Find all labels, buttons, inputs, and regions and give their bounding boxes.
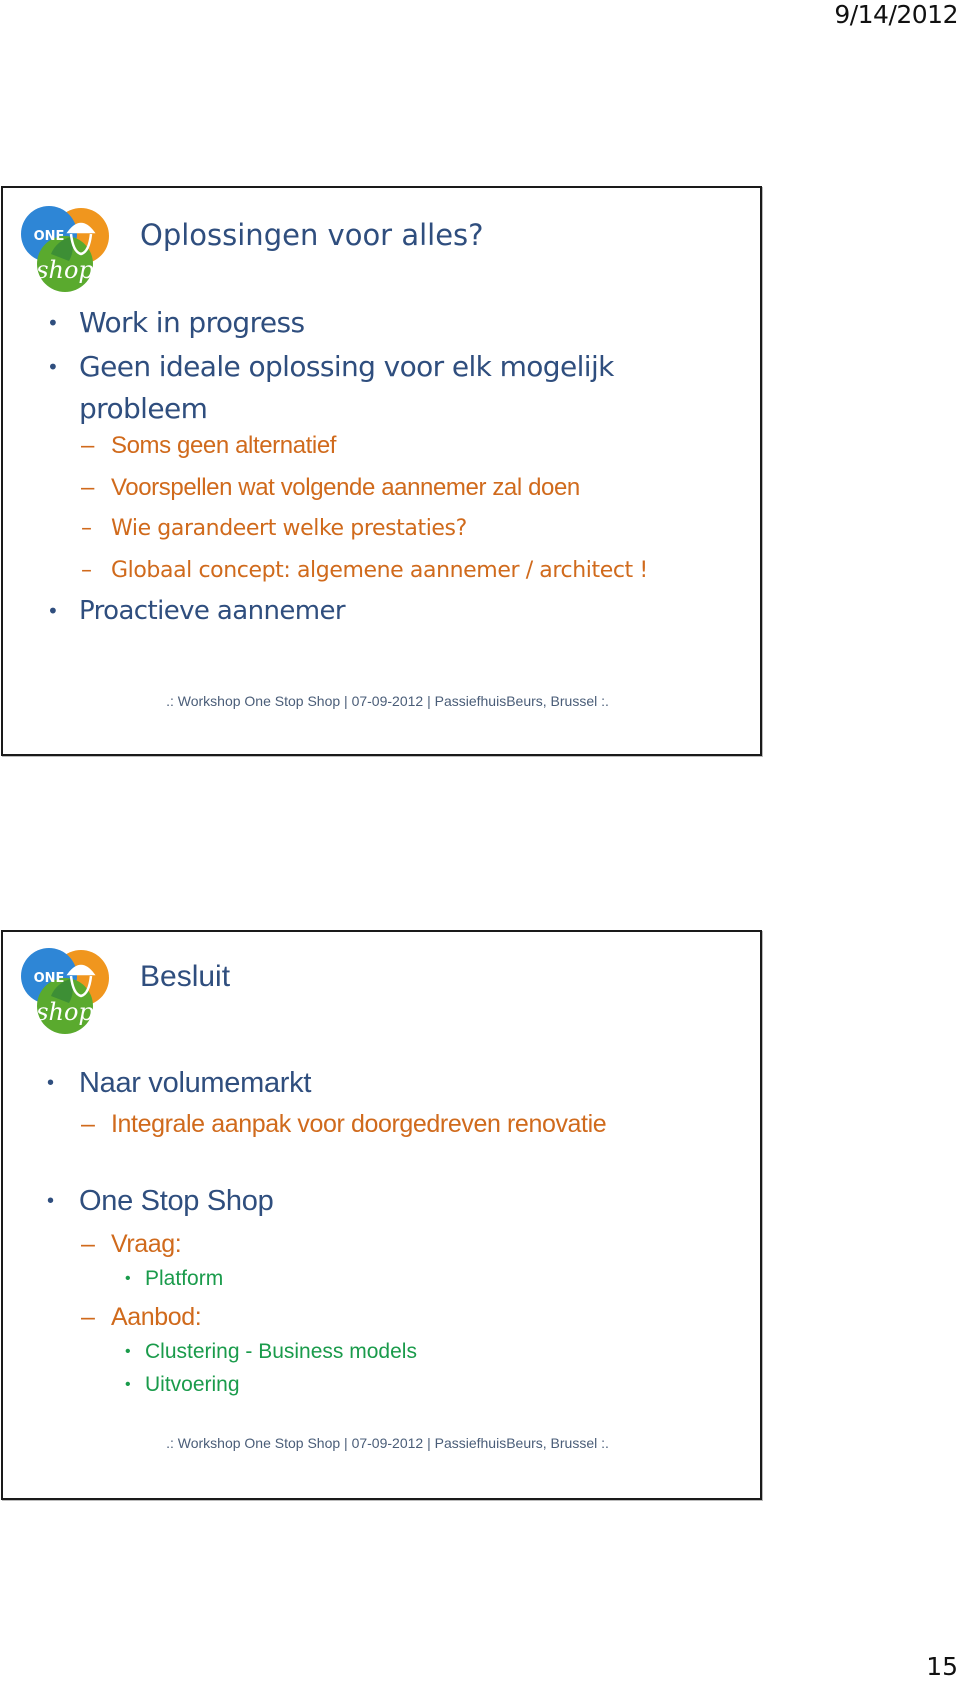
- page-date: 9/14/2012: [834, 0, 958, 29]
- bullet-icon: •: [47, 599, 59, 623]
- bullet-icon: •: [125, 1270, 131, 1287]
- dash-icon: –: [81, 1230, 95, 1258]
- sub-item-text: Soms geen alternatief: [111, 432, 337, 459]
- slide-oplossingen: ONE shop Oplossingen voor alles? • Work i…: [1, 186, 762, 756]
- bullet-icon: •: [125, 1376, 131, 1393]
- slide-footer: .: Workshop One Stop Shop | 07-09-2012 |…: [166, 1435, 609, 1451]
- bullet-icon: •: [47, 311, 59, 335]
- bullet-text: Naar volumemarkt: [79, 1067, 312, 1099]
- sub-item: – Wie garandeert welke prestaties?: [81, 514, 467, 544]
- slide-footer: .: Workshop One Stop Shop | 07-09-2012 |…: [166, 693, 609, 709]
- bullet-icon: •: [125, 1343, 131, 1360]
- logo-one-text: ONE: [34, 229, 65, 244]
- dash-icon: –: [81, 1110, 95, 1138]
- sub-sub-item: • Clustering - Business models: [125, 1338, 417, 1366]
- dash-icon: –: [81, 474, 94, 501]
- one-shop-logo: ONE shop: [21, 206, 109, 292]
- dash-icon: –: [81, 1303, 95, 1331]
- sub-sub-item: • Platform: [125, 1265, 223, 1293]
- page-number: 15: [926, 1652, 958, 1681]
- bullet-text: Work in progress: [79, 306, 305, 339]
- bullet-text-continued: probleem: [79, 392, 208, 425]
- bullet-item: • Naar volumemarkt: [47, 1062, 311, 1104]
- logo-shop-text: shop: [36, 998, 94, 1026]
- bullet-text: One Stop Shop: [79, 1185, 274, 1217]
- sub-item-text: Voorspellen wat volgende aannemer zal do…: [111, 474, 580, 501]
- bullet-item: • Work in progress: [47, 302, 305, 345]
- sub-sub-item: • Uitvoering: [125, 1371, 240, 1399]
- sub-item: – Integrale aanpak voor doorgedreven reno…: [81, 1109, 607, 1139]
- bullet-item: • Geen ideale oplossing voor elk mogelijk…: [47, 346, 614, 430]
- sub-item-text: Vraag:: [111, 1230, 182, 1258]
- sub-item-text: Globaal concept: algemene aannemer / arc…: [111, 558, 648, 583]
- sub-item: – Globaal concept: algemene aannemer / ar…: [81, 556, 648, 586]
- sub-item: – Vraag:: [81, 1229, 182, 1259]
- sub-item-text: Aanbod:: [111, 1303, 202, 1331]
- bullet-text: Geen ideale oplossing voor elk mogelijk: [79, 350, 614, 383]
- slide-besluit: ONE shop Besluit • Naar volumemarkt – Inte…: [1, 930, 762, 1500]
- sub-sub-item-text: Platform: [145, 1267, 224, 1290]
- bullet-text: Proactieve aannemer: [79, 596, 346, 626]
- dash-icon: –: [81, 432, 94, 459]
- dash-icon: –: [81, 516, 92, 541]
- sub-sub-item-text: Uitvoering: [145, 1373, 240, 1396]
- one-shop-logo: ONE shop: [21, 948, 109, 1034]
- sub-item: – Soms geen alternatief: [81, 431, 336, 461]
- sub-item: – Aanbod:: [81, 1302, 202, 1332]
- sub-item-text: Integrale aanpak voor doorgedreven renov…: [111, 1110, 607, 1138]
- logo-shop-text: shop: [36, 256, 94, 284]
- logo-one-text: ONE: [34, 971, 65, 986]
- sub-item-text: Wie garandeert welke prestaties?: [111, 516, 467, 541]
- bullet-icon: •: [47, 1072, 54, 1094]
- slide-title: Oplossingen voor alles?: [140, 218, 484, 252]
- bullet-icon: •: [47, 355, 59, 379]
- sub-sub-item-text: Clustering - Business models: [145, 1340, 417, 1363]
- bullet-item: • Proactieve aannemer: [47, 590, 346, 634]
- bullet-icon: •: [47, 1190, 54, 1212]
- bullet-item: • One Stop Shop: [47, 1180, 274, 1222]
- slide-title: Besluit: [140, 960, 231, 993]
- sub-item: – Voorspellen wat volgende aannemer zal d…: [81, 473, 580, 503]
- dash-icon: –: [81, 558, 92, 583]
